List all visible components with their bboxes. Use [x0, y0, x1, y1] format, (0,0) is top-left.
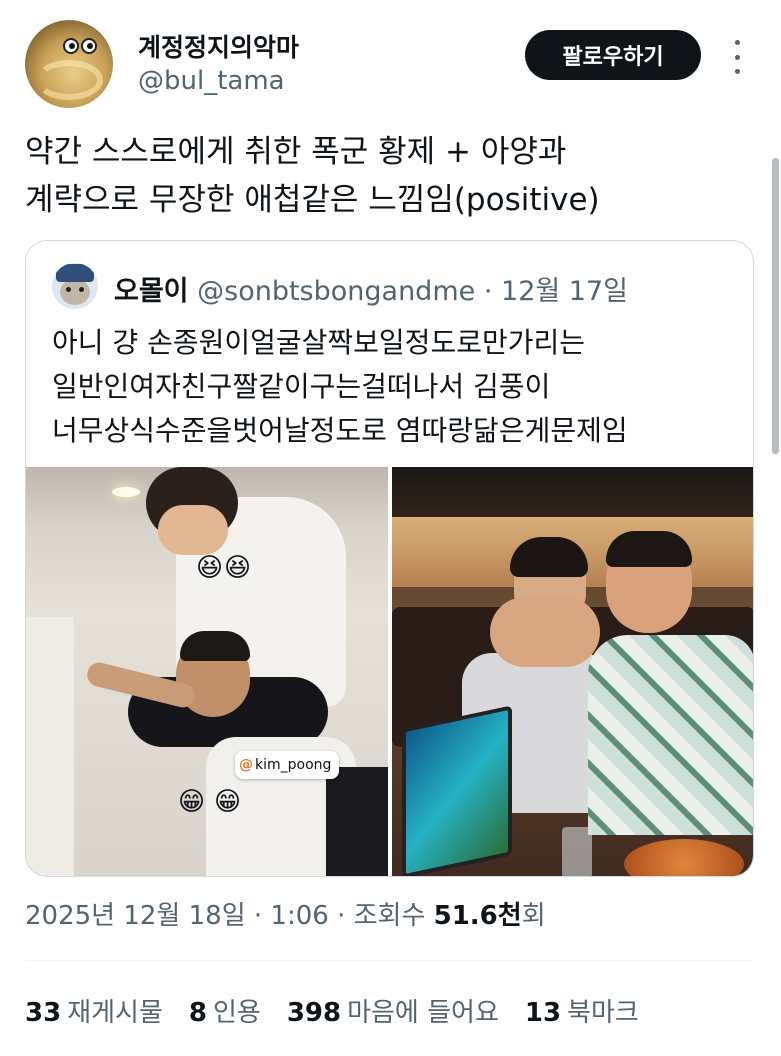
post-timestamp[interactable]: 2025년 12월 18일 · 1:06 · 조회수 51.6천회 [25, 895, 546, 932]
laughing-emoji: 😆 [196, 553, 224, 583]
avatar-swirl [35, 60, 103, 100]
post-text-content: 약간 스스로에게 취한 폭군 황제 + 아양과 계략으로 무장한 애첩같은 느낌… [25, 134, 600, 218]
post-date-time: 2025년 12월 18일 · 1:06 · 조회수 [25, 901, 434, 931]
quote-avatar-cap [56, 264, 94, 282]
photo-glass [562, 827, 592, 876]
photo-dark-coat [326, 767, 388, 876]
quote-author-name[interactable]: 오몰이 [114, 276, 189, 307]
dot [734, 54, 740, 60]
quote-date[interactable]: 12월 17일 [501, 276, 628, 307]
author-avatar[interactable] [25, 20, 113, 108]
quote-photo-left[interactable]: 😆 😆 😁 😁 @ kim_poong [26, 467, 388, 876]
photo-user-tag[interactable]: @ kim_poong [235, 751, 339, 779]
photo-bottom-person-hair [180, 631, 250, 661]
view-count-suffix: 회 [521, 901, 546, 931]
grinning-emoji: 😁 [178, 787, 206, 817]
author-handle[interactable]: @bul_tama [138, 66, 285, 96]
author-display-name[interactable]: 계정정지의악마 [138, 28, 299, 64]
quote-separator: · [483, 276, 493, 307]
photo-person2-hair [606, 531, 692, 567]
quote-photo-right[interactable] [392, 467, 753, 876]
view-count: 51.6천 [433, 901, 522, 931]
divider [25, 960, 754, 961]
laughing-emoji: 😆 [224, 553, 252, 583]
photo-light [112, 487, 140, 497]
likes-stat[interactable]: 398 마음에 들어요 [287, 992, 499, 1029]
dot [734, 40, 740, 45]
photo-laptop-screen [402, 705, 512, 876]
photo-food-bowl [624, 839, 744, 876]
scrollbar[interactable] [772, 158, 779, 454]
quote-author-handle[interactable]: @sonbtsbongandme [197, 276, 475, 307]
follow-button[interactable]: 팔로우하기 [525, 30, 701, 80]
post-text: 약간 스스로에게 취한 폭군 황제 + 아양과 계략으로 무장한 애첩같은 느낌… [25, 128, 745, 224]
photo-person1-hair [510, 537, 588, 577]
at-icon: @ [239, 757, 253, 773]
quoted-post-card[interactable]: 오몰이 @sonbtsbongandme · 12월 17일 아니 걍 손종원이… [25, 240, 754, 877]
engagement-stats: 33 재게시물 8 인용 398 마음에 들어요 13 북마크 [25, 992, 639, 1029]
avatar-eye-left [63, 38, 79, 54]
grinning-emoji: 😁 [214, 787, 242, 817]
more-options-icon[interactable] [727, 40, 747, 74]
photo-top-person-hands [158, 505, 228, 555]
avatar-eye-right [81, 38, 97, 54]
photo-person2-shirt [588, 635, 753, 835]
retweets-stat[interactable]: 33 재게시물 [25, 992, 163, 1029]
quote-text: 아니 걍 손종원이얼굴살짝보일정도로만가리는 일반인여자친구짤같이구는걸떠나서 … [52, 326, 628, 447]
photo-wall-panel [26, 617, 74, 876]
bookmarks-stat[interactable]: 13 북마크 [525, 992, 639, 1029]
quote-header: 오몰이 @sonbtsbongandme · 12월 17일 [114, 269, 628, 308]
quotes-stat[interactable]: 8 인용 [189, 992, 261, 1029]
photo-heart-hands [490, 597, 600, 667]
quote-avatar-face [60, 279, 90, 305]
dot [734, 69, 740, 74]
quote-avatar[interactable] [52, 263, 98, 309]
